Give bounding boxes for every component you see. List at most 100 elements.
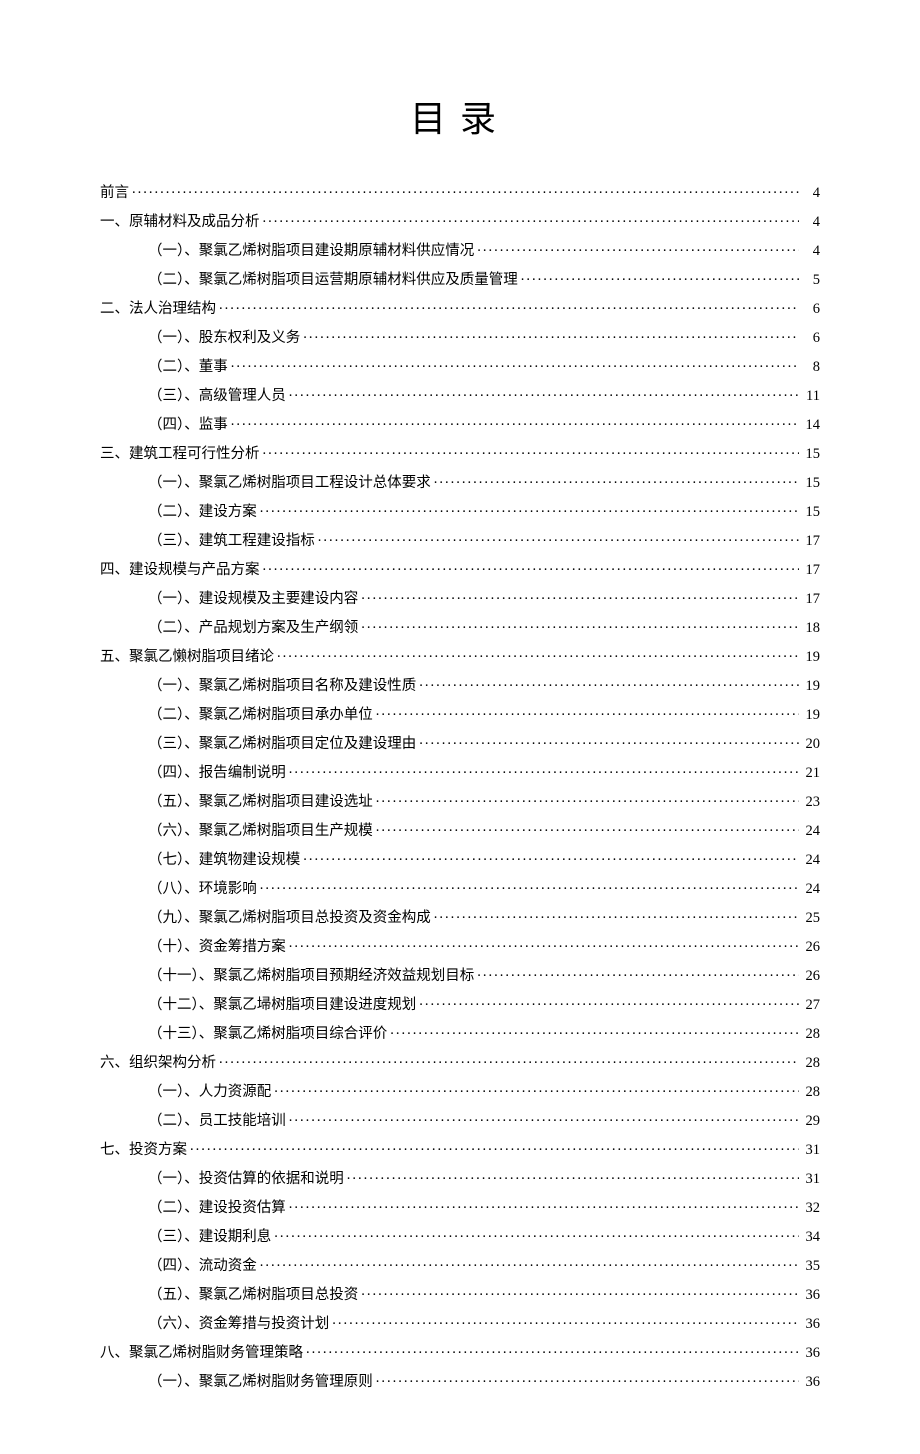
toc-dots	[260, 878, 799, 893]
toc-entry-page: 17	[802, 592, 820, 607]
toc-entry-label: （二）、产品规划方案及生产纲领	[148, 621, 358, 636]
toc-entry: （十三）、聚氯乙烯树脂项目综合评价28	[100, 1017, 820, 1046]
toc-dots	[219, 298, 799, 313]
toc-entry-label: （二）、员工技能培训	[148, 1114, 286, 1129]
toc-entry-label: （六）、聚氯乙烯树脂项目生产规模	[148, 824, 373, 839]
toc-entry: （三）、建设期利息34	[100, 1220, 820, 1249]
toc-dots	[419, 733, 799, 748]
toc-entry: （五）、聚氯乙烯树脂项目建设选址23	[100, 785, 820, 814]
toc-entry-page: 36	[802, 1346, 820, 1361]
toc-dots	[361, 1284, 799, 1299]
toc-entry: （二）、建设投资估算32	[100, 1191, 820, 1220]
toc-dots	[289, 385, 799, 400]
toc-entry-label: （三）、聚氯乙烯树脂项目定位及建设理由	[148, 737, 416, 752]
toc-dots	[190, 1139, 799, 1154]
toc-entry: （十）、资金筹措方案26	[100, 930, 820, 959]
toc-entry-label: （三）、建设期利息	[148, 1230, 271, 1245]
toc-entry-label: 六、组织架构分析	[100, 1056, 216, 1071]
toc-dots	[376, 1371, 799, 1386]
toc-entry-label: （六）、资金筹措与投资计划	[148, 1317, 329, 1332]
toc-entry-page: 20	[802, 737, 820, 752]
toc-entry: （一）、聚氯乙烯树脂项目建设期原辅材料供应情况4	[100, 234, 820, 263]
toc-dots	[376, 791, 799, 806]
toc-entry-page: 36	[802, 1288, 820, 1303]
toc-entry-label: （一）、聚氯乙烯树脂项目工程设计总体要求	[148, 476, 431, 491]
toc-dots	[289, 762, 799, 777]
toc-dots	[347, 1168, 799, 1183]
toc-dots	[376, 820, 799, 835]
toc-dots	[277, 646, 799, 661]
toc-dots	[263, 443, 800, 458]
toc-entry-page: 23	[802, 795, 820, 810]
toc-entry-page: 17	[802, 534, 820, 549]
toc-entry: （一）、股东权利及义务6	[100, 321, 820, 350]
toc-entry-page: 36	[802, 1317, 820, 1332]
toc-entry-label: （二）、董事	[148, 360, 228, 375]
toc-entry: （二）、员工技能培训 29	[100, 1104, 820, 1133]
toc-entry: （一）、聚氯乙烯树脂项目工程设计总体要求 15	[100, 466, 820, 495]
toc-entry-label: （九）、聚氯乙烯树脂项目总投资及资金构成	[148, 911, 431, 926]
toc-entry-page: 31	[802, 1143, 820, 1158]
toc-entry: （一）、人力资源配 28	[100, 1075, 820, 1104]
toc-entry-page: 15	[802, 447, 820, 462]
toc-entry: （八）、环境影响24	[100, 872, 820, 901]
toc-entry-page: 6	[802, 331, 820, 346]
toc-entry-label: （一）、聚氯乙烯树脂财务管理原则	[148, 1375, 373, 1390]
toc-entry-page: 15	[802, 476, 820, 491]
toc-entry-page: 26	[802, 969, 820, 984]
toc-entry-label: 七、投资方案	[100, 1143, 187, 1158]
toc-dots	[289, 936, 799, 951]
toc-entry: （四）、流动资金 35	[100, 1249, 820, 1278]
toc-dots	[477, 240, 799, 255]
toc-entry: （二）、产品规划方案及生产纲领18	[100, 611, 820, 640]
toc-dots	[303, 327, 799, 342]
toc-dots	[434, 907, 799, 922]
toc-entry-label: （八）、环境影响	[148, 882, 257, 897]
toc-entry: （三）、建筑工程建设指标17	[100, 524, 820, 553]
toc-entry-label: （二）、聚氯乙烯树脂项目承办单位	[148, 708, 373, 723]
toc-entry: （六）、资金筹措与投资计划 36	[100, 1307, 820, 1336]
toc-entry-page: 32	[802, 1201, 820, 1216]
toc-entry: （十一）、聚氯乙烯树脂项目预期经济效益规划目标 26	[100, 959, 820, 988]
toc-dots	[318, 530, 799, 545]
toc-entry-page: 19	[802, 650, 820, 665]
toc-entry-page: 14	[802, 418, 820, 433]
toc-entry: 七、投资方案 31	[100, 1133, 820, 1162]
toc-entry-page: 21	[802, 766, 820, 781]
toc-entry: （五）、聚氯乙烯树脂项目总投资36	[100, 1278, 820, 1307]
toc-entry-label: （一）、聚氯乙烯树脂项目建设期原辅材料供应情况	[148, 244, 474, 259]
toc-entry-page: 5	[802, 273, 820, 288]
toc-entry: （七）、建筑物建设规模24	[100, 843, 820, 872]
toc-entry: （九）、聚氯乙烯树脂项目总投资及资金构成 25	[100, 901, 820, 930]
toc-entry-page: 28	[802, 1085, 820, 1100]
toc-entry: 前言 4	[100, 176, 820, 205]
toc-entry-label: （一）、人力资源配	[148, 1085, 271, 1100]
toc-entry-page: 4	[802, 186, 820, 201]
toc-dots	[231, 356, 799, 371]
toc-dots	[263, 211, 800, 226]
toc-entry-page: 4	[802, 215, 820, 230]
toc-entry-label: 一、原辅材料及成品分析	[100, 215, 260, 230]
toc-entry-page: 15	[802, 505, 820, 520]
toc-entry: 四、建设规模与产品方案17	[100, 553, 820, 582]
toc-entry-page: 31	[802, 1172, 820, 1187]
toc-entry-label: 三、建筑工程可行性分析	[100, 447, 260, 462]
toc-dots	[132, 182, 799, 197]
toc-dots	[521, 269, 799, 284]
toc-entry-label: （一）、建设规模及主要建设内容	[148, 592, 358, 607]
toc-entry-page: 25	[802, 911, 820, 926]
toc-entry-label: （二）、聚氯乙烯树脂项目运营期原辅材料供应及质量管理	[148, 273, 518, 288]
toc-entry: 六、组织架构分析28	[100, 1046, 820, 1075]
toc-entry-label: （四）、流动资金	[148, 1259, 257, 1274]
toc-dots	[376, 704, 799, 719]
toc-entry: （一）、投资估算的依据和说明31	[100, 1162, 820, 1191]
toc-entry: 八、聚氯乙烯树脂财务管理策略36	[100, 1336, 820, 1365]
toc-entry-page: 35	[802, 1259, 820, 1274]
toc-entry-label: （十一）、聚氯乙烯树脂项目预期经济效益规划目标	[148, 969, 474, 984]
toc-dots	[274, 1226, 799, 1241]
toc-entry-label: 前言	[100, 186, 129, 201]
toc-entry-page: 26	[802, 940, 820, 955]
toc-entry-page: 29	[802, 1114, 820, 1129]
toc-title: 目录	[100, 90, 820, 142]
toc-dots	[390, 1023, 799, 1038]
